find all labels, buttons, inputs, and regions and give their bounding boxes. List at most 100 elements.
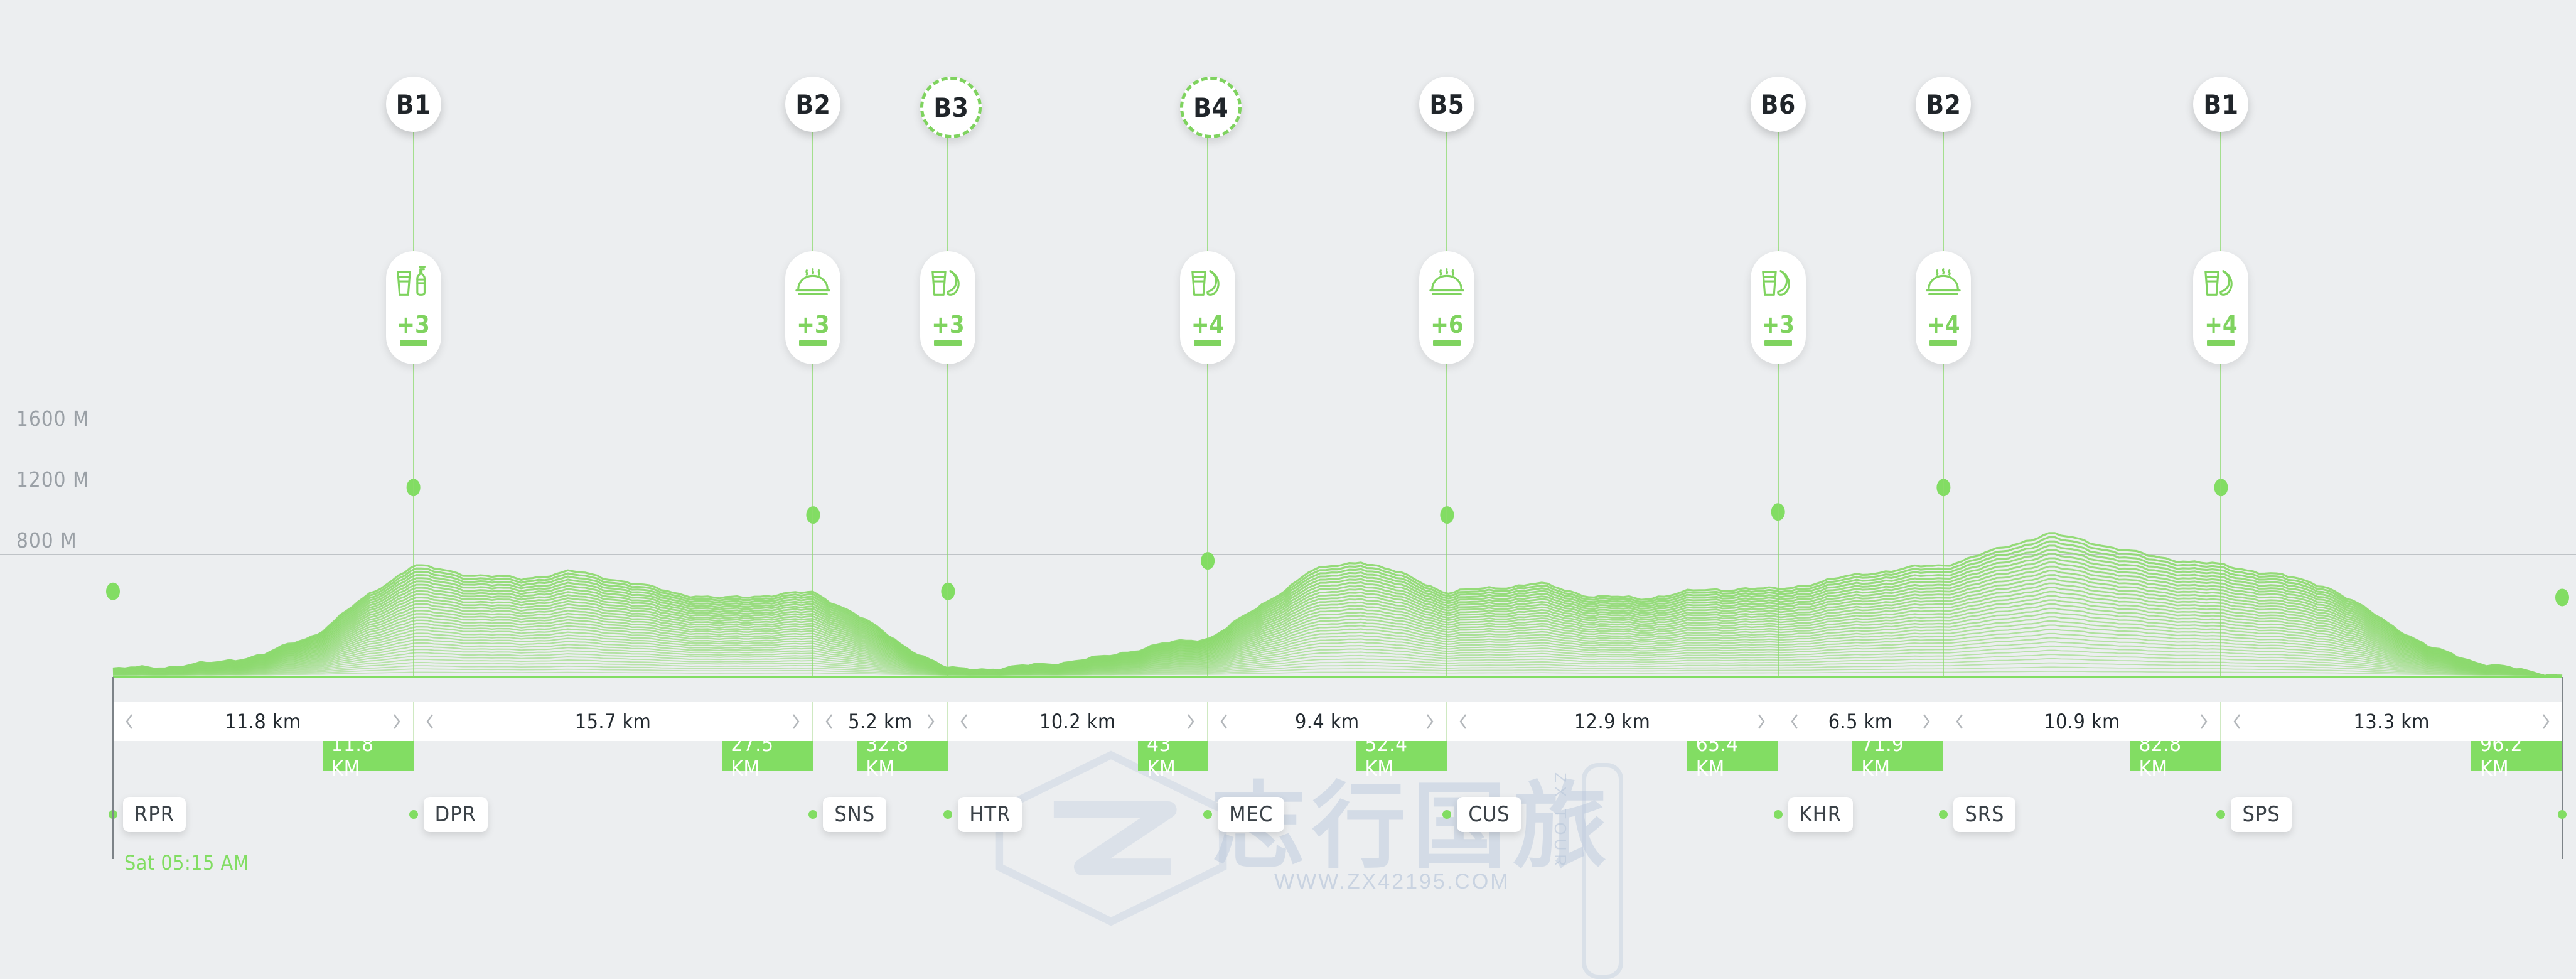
aid-station-pill-3[interactable]: +4 xyxy=(1180,251,1236,364)
aid-station-bubble-b3-2[interactable]: B3 xyxy=(920,77,982,138)
elevation-chart xyxy=(106,479,2569,678)
cumulative-distance-badge: 27.5 KM xyxy=(722,732,813,781)
watermark-frame xyxy=(1582,763,1623,979)
chevron-left-icon[interactable] xyxy=(1790,713,1800,730)
cumulative-distance-badge: 65.4 KM xyxy=(1687,732,1778,781)
chevron-left-icon[interactable] xyxy=(1955,713,1965,730)
plus-underline xyxy=(2207,340,2235,346)
aid-station-pill-7[interactable]: +4 xyxy=(2193,251,2249,364)
aid-station-bubble-b2-6[interactable]: B2 xyxy=(1916,77,1972,132)
aid-station-plus-count: +3 xyxy=(797,311,830,338)
plus-underline xyxy=(1194,340,1222,346)
cumulative-distance-badge: 32.8 KM xyxy=(857,732,948,781)
aid-station-pill-6[interactable]: +4 xyxy=(1916,251,1972,364)
segment-length-label: 9.4 km xyxy=(1294,710,1360,733)
elevation-point xyxy=(106,582,120,600)
watermark-url: WWW.ZX42195.COM xyxy=(1274,870,1510,894)
aid-station-plus-count: +4 xyxy=(2204,311,2238,338)
aid-station-plus-count: +3 xyxy=(931,311,965,338)
cumulative-distance-badge: 71.9 KM xyxy=(1852,732,1944,781)
chevron-right-icon[interactable] xyxy=(1186,713,1196,730)
finish-node xyxy=(2558,810,2567,819)
cup-banana-icon xyxy=(1761,270,1790,296)
segment-length-label: 15.7 km xyxy=(574,710,652,733)
marker-stem xyxy=(812,132,814,677)
watermark-vertical-text: ZX TOUR xyxy=(1551,772,1570,870)
segment-length-label: 13.3 km xyxy=(2353,710,2430,733)
food-dome-icon xyxy=(1429,268,1465,295)
plus-underline xyxy=(1433,340,1461,346)
plus-underline xyxy=(799,340,827,346)
marker-stem xyxy=(412,132,414,677)
cup-banana-icon xyxy=(2204,270,2233,296)
chevron-right-icon[interactable] xyxy=(791,713,801,730)
route-start-rule xyxy=(112,677,114,859)
segment-length-label: 10.2 km xyxy=(1039,710,1116,733)
chevron-right-icon[interactable] xyxy=(2199,713,2209,730)
chevron-right-icon[interactable] xyxy=(2541,713,2551,730)
elevation-profile-screen: 志行国旅 WWW.ZX42195.COM ZX TOUR 1600 M 1200 … xyxy=(0,0,2576,979)
station-node xyxy=(1442,810,1452,819)
marker-stem xyxy=(1446,132,1448,677)
chevron-right-icon[interactable] xyxy=(926,713,936,730)
aid-station-pill-2[interactable]: +3 xyxy=(920,251,976,364)
marker-stem xyxy=(947,132,949,677)
elevation-trace xyxy=(113,666,2562,676)
chevron-left-icon[interactable] xyxy=(124,713,134,730)
station-node xyxy=(943,810,953,819)
elevation-point xyxy=(2555,588,2569,607)
aid-station-pill-5[interactable]: +3 xyxy=(1750,251,1806,364)
marker-stem xyxy=(1943,132,1945,677)
station-chip-htr[interactable]: HTR xyxy=(958,797,1022,832)
station-chip-dpr[interactable]: DPR xyxy=(423,797,488,832)
watermark-logo-icon xyxy=(995,750,1227,926)
chevron-left-icon[interactable] xyxy=(2232,713,2242,730)
station-node xyxy=(1203,810,1213,819)
aid-station-bubble-b1-7[interactable]: B1 xyxy=(2193,77,2249,132)
aid-station-bubble-b4-3[interactable]: B4 xyxy=(1180,77,1242,138)
chevron-left-icon[interactable] xyxy=(1458,713,1468,730)
chevron-right-icon[interactable] xyxy=(392,713,402,730)
cup-banana-icon xyxy=(1191,270,1220,296)
plus-underline xyxy=(399,340,427,346)
chevron-right-icon[interactable] xyxy=(1425,713,1435,730)
aid-station-pill-1[interactable]: +3 xyxy=(785,251,841,364)
aid-station-pill-0[interactable]: +3 xyxy=(385,251,441,364)
station-node xyxy=(2216,810,2226,819)
station-chip-sns[interactable]: SNS xyxy=(823,797,887,832)
chevron-left-icon[interactable] xyxy=(824,713,834,730)
aid-station-plus-count: +6 xyxy=(1430,311,1464,338)
aid-station-bubble-b6-5[interactable]: B6 xyxy=(1750,77,1806,132)
chevron-right-icon[interactable] xyxy=(1921,713,1931,730)
station-chip-cus[interactable]: CUS xyxy=(1457,797,1521,832)
elevation-trace xyxy=(112,624,2562,676)
chevron-left-icon[interactable] xyxy=(1219,713,1229,730)
food-dome-icon xyxy=(795,268,831,295)
aid-station-bubble-b5-4[interactable]: B5 xyxy=(1419,77,1475,132)
marker-stem xyxy=(1207,132,1209,677)
elevation-trace xyxy=(113,671,2562,676)
aid-station-plus-count: +4 xyxy=(1927,311,1960,338)
station-chip-khr[interactable]: KHR xyxy=(1788,797,1854,832)
chevron-right-icon[interactable] xyxy=(1756,713,1766,730)
aid-station-bubble-b1-0[interactable]: B1 xyxy=(385,77,441,132)
segment-length-label: 11.8 km xyxy=(225,710,301,733)
aid-station-plus-count: +3 xyxy=(397,311,430,338)
route-end-rule xyxy=(2562,677,2563,859)
station-chip-mec[interactable]: MEC xyxy=(1218,797,1285,832)
aid-station-pill-4[interactable]: +6 xyxy=(1419,251,1475,364)
segment-length-label: 6.5 km xyxy=(1828,710,1893,733)
plus-underline xyxy=(934,340,962,346)
station-chip-rpr[interactable]: RPR xyxy=(123,797,186,832)
station-node xyxy=(1939,810,1948,819)
aid-station-plus-count: +4 xyxy=(1191,311,1225,338)
chevron-left-icon[interactable] xyxy=(959,713,969,730)
aid-station-plus-count: +3 xyxy=(1761,311,1795,338)
station-chip-srs[interactable]: SRS xyxy=(1953,797,2016,832)
station-node xyxy=(1773,810,1783,819)
station-chip-sps[interactable]: SPS xyxy=(2231,797,2292,832)
chevron-left-icon[interactable] xyxy=(425,713,435,730)
aid-station-bubble-b2-1[interactable]: B2 xyxy=(785,77,841,132)
segment-length-label: 5.2 km xyxy=(848,710,913,733)
cumulative-distance-badge: 11.8 KM xyxy=(322,732,414,781)
